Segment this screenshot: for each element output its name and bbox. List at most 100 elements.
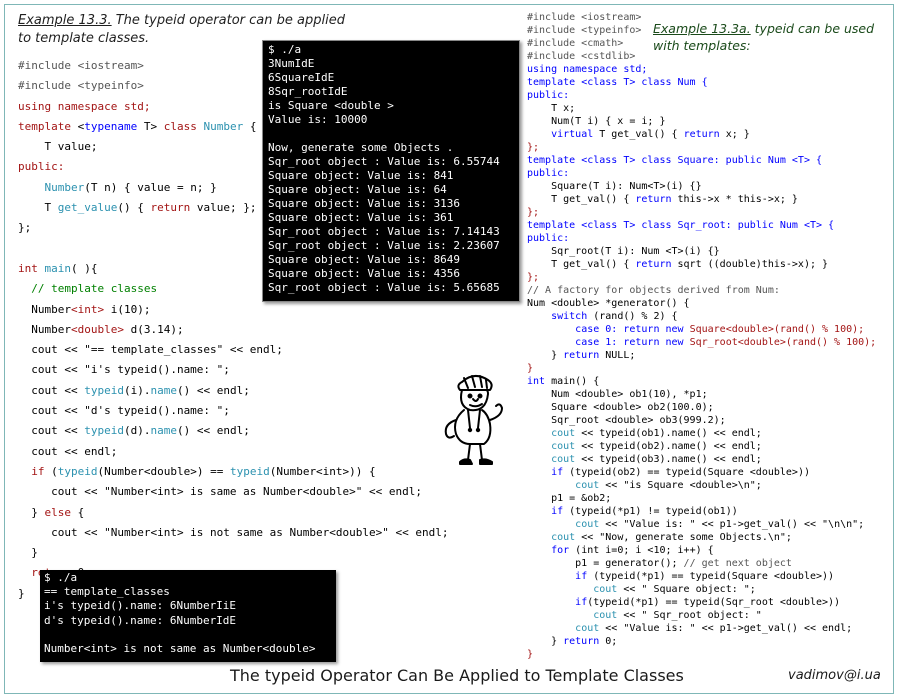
code-token: } [527, 350, 564, 361]
code-token: #include <typeinfo> [527, 25, 642, 36]
code-token: T get_val() { [593, 129, 684, 140]
code-token: Sqr_root <double> ob3(999.2); [527, 415, 726, 426]
code-token: typeid [229, 464, 270, 478]
code-token: cout [593, 610, 618, 621]
code-token: T> [143, 119, 164, 133]
code-line: }; [527, 141, 876, 154]
code-line: cout << typeid(ob1).name() << endl; [527, 427, 876, 440]
code-line: if (typeid(*p1) == typeid(Square <double… [527, 570, 876, 583]
code-token: using namespace std; [527, 64, 648, 75]
console-line: Sqr_root object : Value is: 7.14143 [268, 225, 500, 238]
code-token: (int i=0; i <10; i++) { [569, 545, 714, 556]
code-line: Sqr_root(T i): Num <T>(i) {} [527, 245, 876, 258]
code-token: << " Square object: "; [617, 584, 756, 595]
code-token: NULL; [599, 350, 636, 361]
code-line: case 0: return new Square<double>(rand()… [527, 323, 876, 336]
code-line: template <class T> class Square: public … [527, 154, 876, 167]
code-token: { [243, 119, 257, 133]
code-token: }; [527, 207, 540, 218]
code-token: typeid [57, 464, 98, 478]
code-token: return [635, 259, 672, 270]
code-token: <class T> class Square: public Num <T> { [581, 155, 823, 166]
code-token: ( [44, 464, 58, 478]
code-token: if [551, 506, 564, 517]
code-token: public: [527, 233, 570, 244]
code-line: T get_val() { return sqrt ((double)this-… [527, 258, 876, 271]
code-token: sqrt ((double)this->x); } [671, 259, 829, 270]
code-token: cout << "i's typeid().name: "; [18, 363, 230, 377]
code-token: name [150, 383, 177, 397]
code-line: #include <iostream> [527, 11, 876, 24]
code-line: Num <double> ob1(10), *p1; [527, 388, 876, 401]
code-line: if (typeid(ob2) == typeid(Square <double… [527, 466, 876, 479]
code-line: public: [527, 167, 876, 180]
code-line: cout << typeid(ob3).name() << endl; [527, 453, 876, 466]
code-line: cout << typeid(d).name() << endl; [18, 421, 448, 441]
code-line: cout << "d's typeid().name: "; [18, 401, 448, 421]
code-line: p1 = &ob2; [527, 492, 876, 505]
code-token: p1 = generator(); [527, 558, 684, 569]
code-token: if [551, 467, 564, 478]
code-token: (Number<double>) == [97, 464, 230, 478]
code-token: << typeid(ob1).name() << endl; [575, 428, 762, 439]
code-token: i(10); [104, 302, 151, 316]
console-line: 3NumIdE [268, 57, 315, 70]
footer-caption: The typeid Operator Can Be Applied to Te… [230, 666, 684, 685]
code-token: <class T> class Num { [581, 77, 708, 88]
code-token: Number [44, 180, 85, 194]
console-line: $ ./a [44, 571, 78, 584]
code-token: typename [84, 119, 144, 133]
console-line: Square object: Value is: 361 [268, 211, 454, 224]
code-token: typeid [84, 383, 124, 397]
code-token: p1 = &ob2; [527, 493, 612, 504]
cartoon-man-icon [444, 375, 503, 465]
code-line: Sqr_root <double> ob3(999.2); [527, 414, 876, 427]
console-output-bottom: $ ./a == template_classes i's typeid().nam… [40, 570, 336, 662]
code-token: #include <iostream> [527, 12, 642, 23]
code-line: cout << endl; [18, 442, 448, 462]
code-token: typeid [84, 424, 124, 438]
code-token: class [163, 119, 204, 133]
code-token: 0; [599, 636, 618, 647]
code-token: Square(T i): Num<T>(i) {} [527, 181, 702, 192]
code-token: (typeid(ob2) == typeid(Square <double>)) [563, 467, 810, 478]
code-token: << "Now, generate some Objects.\n"; [575, 532, 792, 543]
code-token: #include <cstdlib> [527, 51, 636, 62]
code-token: cout [575, 519, 600, 530]
code-line: if (typeid(Number<double>) == typeid(Num… [18, 462, 448, 482]
code-token: if [575, 571, 588, 582]
code-token: } [18, 546, 38, 560]
code-line: } [18, 543, 448, 563]
code-token: #include <iostream> [18, 59, 144, 72]
console-line: Square object: Value is: 841 [268, 169, 454, 182]
code-token: using namespace std; [18, 99, 151, 113]
code-token: << "is Square <double>\n"; [599, 480, 762, 491]
code-line: cout << "Number<int> is not same as Numb… [18, 523, 448, 543]
code-token: public: [18, 160, 65, 174]
code-line: cout << typeid(ob2).name() << endl; [527, 440, 876, 453]
code-line: T get_val() { return this->x * this->x; … [527, 193, 876, 206]
code-token: return [150, 201, 191, 215]
code-token: << typeid(ob2).name() << endl; [575, 441, 762, 452]
code-line: public: [527, 89, 876, 102]
code-line: cout << typeid(i).name() << endl; [18, 381, 448, 401]
code-token: ( ){ [71, 261, 98, 275]
console-line: Now, generate some Objects . [268, 141, 454, 154]
code-token: cout << "== template_classes" << endl; [18, 343, 283, 357]
code-line: Num(T i) { x = i; } [527, 115, 876, 128]
code-token: Square<double>(rand() % 100); [683, 324, 865, 335]
console-output-top: $ ./a 3NumIdE 6SquareIdE 8Sqr_rootIdE is Squ… [262, 40, 520, 302]
code-token: return [563, 350, 600, 361]
code-line: } [527, 648, 876, 661]
code-token: cout << [18, 424, 85, 438]
code-line: #include <cmath> [527, 37, 876, 50]
code-token: Num(T i) { x = i; } [527, 116, 666, 127]
code-line: Number<int> i(10); [18, 300, 448, 320]
right-code-listing: #include <iostream> #include <typeinfo> #i… [527, 11, 876, 661]
code-token: () << endl; [176, 383, 250, 397]
